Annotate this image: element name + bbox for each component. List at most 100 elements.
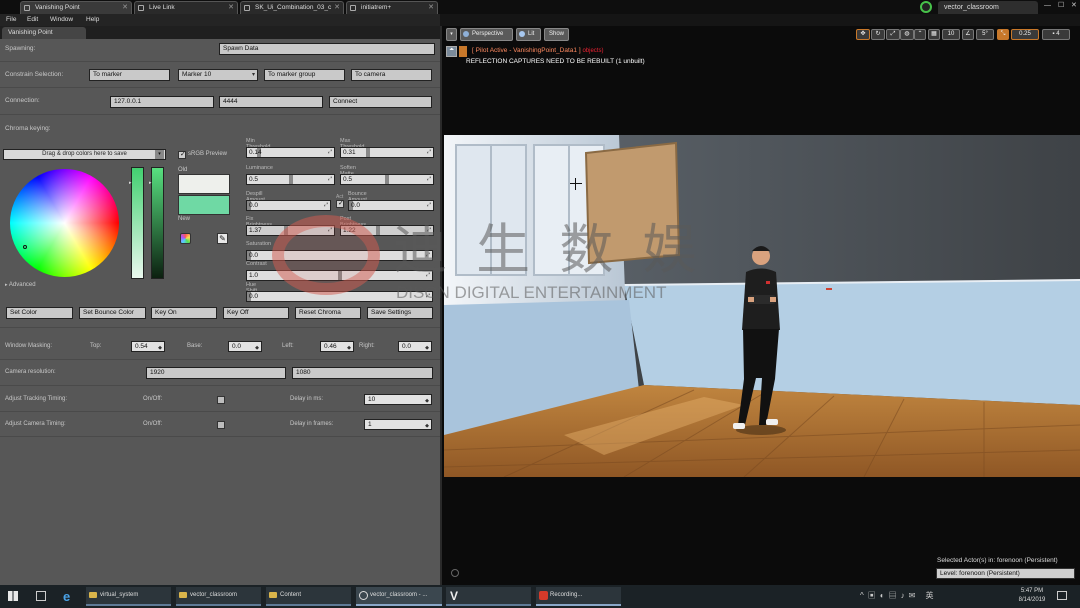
menu-edit[interactable]: Edit xyxy=(27,14,38,26)
project-tab[interactable]: vector_classroom — ☐ ✕ xyxy=(912,0,1080,14)
panel-tab-vanishing-point[interactable]: Vanishing Point xyxy=(2,27,86,39)
tab-live-link[interactable]: Live Link ✕ xyxy=(134,1,238,14)
minimize-icon[interactable]: — xyxy=(1044,2,1051,9)
slider-expand-icon[interactable]: ⤢ xyxy=(328,148,332,157)
slider-knob[interactable] xyxy=(385,175,389,184)
slider-knob[interactable] xyxy=(289,175,293,184)
set-color-button[interactable]: Set Color xyxy=(6,307,73,319)
grid-size-value[interactable]: 10 xyxy=(942,29,960,40)
advanced-toggle[interactable]: ▸ Advanced xyxy=(5,282,36,288)
window-close-icon[interactable]: ✕ xyxy=(1071,1,1077,9)
to-marker-group-button[interactable]: To marker group xyxy=(264,69,345,81)
eyedropper-icon[interactable]: ✎ xyxy=(217,233,228,244)
camera-timing-checkbox[interactable] xyxy=(217,421,225,429)
taskbar-item-recording[interactable]: Recording... xyxy=(536,587,621,606)
spin-icon: ◆ xyxy=(425,423,429,429)
color-wheel-cursor[interactable] xyxy=(23,245,27,249)
taskbar-item-content[interactable]: Content xyxy=(266,587,351,606)
close-icon[interactable]: ✕ xyxy=(122,2,128,13)
tracking-delay-input[interactable]: 10 ◆ xyxy=(364,394,432,405)
slider-expand-icon[interactable]: ⤢ xyxy=(427,175,431,184)
taskbar-item-vector-classroom[interactable]: vector_classroom xyxy=(176,587,261,606)
menu-window[interactable]: Window xyxy=(50,14,73,26)
pilot-eject-icon[interactable]: ⏶ xyxy=(446,46,457,57)
to-camera-button[interactable]: To camera xyxy=(351,69,432,81)
mask-base-input[interactable]: 0.0 ◆ xyxy=(228,341,262,352)
key-off-button[interactable]: Key Off xyxy=(223,307,289,319)
color-palette-dropzone[interactable]: Drag & drop colors here to save ▾ xyxy=(3,149,166,160)
show-button[interactable]: Show xyxy=(544,28,569,41)
slider-marker-icon: ▸ xyxy=(149,180,152,186)
set-bounce-color-button[interactable]: Set Bounce Color xyxy=(79,307,146,319)
perspective-button[interactable]: Perspective xyxy=(460,28,513,41)
connect-button[interactable]: Connect xyxy=(329,96,432,108)
surface-snap-icon[interactable]: ⌃ xyxy=(914,29,926,40)
key-on-button[interactable]: Key On xyxy=(151,307,217,319)
scale-snap-value[interactable]: 0.25 xyxy=(1011,29,1039,40)
viewport-menu-button[interactable]: ▾ xyxy=(446,28,457,41)
port-field[interactable]: 4444 xyxy=(219,96,323,108)
viewport-scene[interactable] xyxy=(444,135,1080,477)
tracking-checkbox[interactable] xyxy=(217,396,225,404)
close-icon[interactable]: ✕ xyxy=(334,2,340,13)
notification-icon[interactable] xyxy=(1057,591,1067,600)
mask-right-input[interactable]: 0.0 ◆ xyxy=(398,341,432,352)
slider-value: 1.0 xyxy=(249,272,259,279)
scale-snap-icon[interactable]: ⤡ xyxy=(997,29,1009,40)
rotation-snap-icon[interactable]: ∠ xyxy=(962,29,974,40)
taskbar-item-unreal-editor[interactable]: vector_classroom - ... xyxy=(356,587,442,606)
slider-expand-icon[interactable]: ⤢ xyxy=(427,148,431,157)
slider-knob[interactable] xyxy=(366,148,370,157)
color-picker-icon[interactable] xyxy=(180,233,191,244)
world-local-icon[interactable]: ◍ xyxy=(900,29,914,40)
chroma-slider[interactable]: 0.14 ⤢ xyxy=(246,147,335,158)
slider-expand-icon[interactable]: ⤢ xyxy=(328,175,332,184)
color-wheel[interactable] xyxy=(10,169,119,277)
close-icon[interactable]: ✕ xyxy=(228,2,234,13)
rotation-snap-value[interactable]: 5° xyxy=(976,29,994,40)
chroma-slider[interactable]: 0.31 ⤢ xyxy=(340,147,434,158)
marker-select[interactable]: Marker 10 ▾ xyxy=(178,69,258,81)
mask-top-input[interactable]: 0.54 ◆ xyxy=(131,341,165,352)
dropdown-arrow-icon[interactable]: ▾ xyxy=(155,150,164,159)
taskbar-item-vanishing-point[interactable]: V xyxy=(446,587,531,606)
camera-delay-input[interactable]: 1 ◆ xyxy=(364,419,432,430)
translate-tool-icon[interactable]: ✥ xyxy=(856,29,870,40)
camera-speed-value[interactable]: ▪ 4 xyxy=(1042,29,1070,40)
camera-height-field[interactable]: 1080 xyxy=(292,367,433,379)
scale-tool-icon[interactable]: ⤢ xyxy=(886,29,900,40)
slider-expand-icon[interactable]: ⤢ xyxy=(324,201,328,210)
ip-address-field[interactable]: 127.0.0.1 xyxy=(110,96,214,108)
taskbar-item-virtual-system[interactable]: virtual_system xyxy=(86,587,171,606)
reset-chroma-button[interactable]: Reset Chroma xyxy=(295,307,361,319)
maximize-icon[interactable]: ☐ xyxy=(1058,1,1064,9)
mask-left-input[interactable]: 0.46 ◆ xyxy=(320,341,354,352)
camera-width-field[interactable]: 1920 xyxy=(146,367,286,379)
slider-knob[interactable] xyxy=(376,226,380,235)
viewport-options-icon[interactable] xyxy=(451,569,459,577)
saturation-slider[interactable] xyxy=(131,167,144,279)
edge-browser-icon[interactable]: e xyxy=(63,589,70,604)
grid-snap-icon[interactable]: ▦ xyxy=(928,29,940,40)
task-view-icon[interactable] xyxy=(36,591,46,601)
rotate-tool-icon[interactable]: ↻ xyxy=(871,29,885,40)
system-tray-icons[interactable]: ^▣◐▤♪✉ 英 xyxy=(860,590,938,601)
lit-button[interactable]: Lit xyxy=(516,28,541,41)
close-icon[interactable]: ✕ xyxy=(428,2,434,13)
srgb-preview-checkbox[interactable] xyxy=(178,150,186,159)
chroma-slider[interactable]: 0.0 ⤢ xyxy=(246,200,331,211)
spawn-data-field[interactable]: Spawn Data xyxy=(219,43,435,55)
to-marker-button[interactable]: To marker xyxy=(89,69,170,81)
tab-sk-combination[interactable]: SK_Ui_Combination_03_c ✕ xyxy=(240,1,344,14)
value-slider[interactable] xyxy=(151,167,164,279)
save-settings-button[interactable]: Save Settings xyxy=(367,307,433,319)
windows-start-icon[interactable] xyxy=(8,591,18,601)
tab-vanishing-point[interactable]: Vanishing Point ✕ xyxy=(20,1,132,14)
menu-file[interactable]: File xyxy=(6,14,16,26)
chroma-slider[interactable]: 0.5 ⤢ xyxy=(246,174,335,185)
menu-help[interactable]: Help xyxy=(86,14,99,26)
tab-initiatrem[interactable]: initiatrem+ ✕ xyxy=(346,1,438,14)
bounce-checkbox[interactable] xyxy=(336,199,344,208)
mask-left-label: Left: xyxy=(282,343,294,349)
chroma-slider[interactable]: 0.5 ⤢ xyxy=(340,174,434,185)
